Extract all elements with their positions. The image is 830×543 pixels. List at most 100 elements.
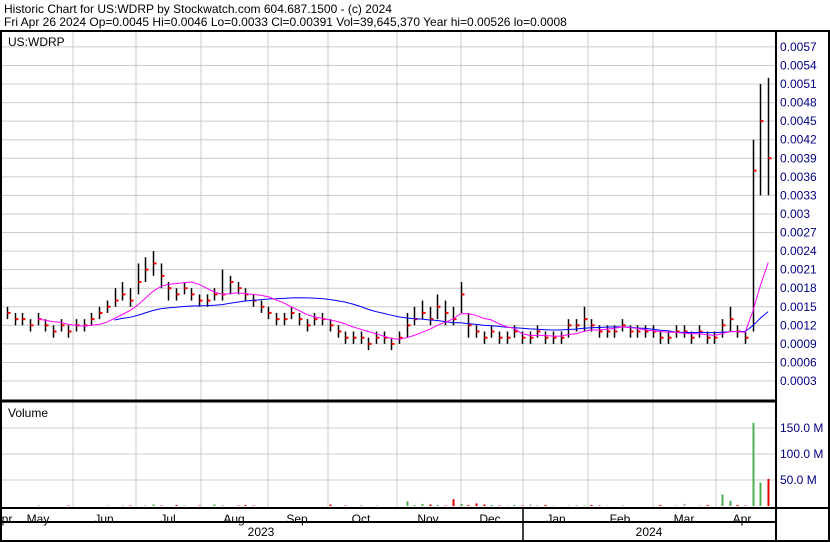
price-tick-label: 0.0054	[780, 58, 817, 72]
month-label-nov: Nov	[417, 512, 438, 526]
volume-bar	[606, 505, 609, 506]
volume-bar	[583, 505, 586, 506]
price-tick-label: 0.0021	[780, 263, 817, 277]
volume-bar	[413, 504, 416, 506]
volume-bar	[106, 505, 109, 506]
volume-bar	[344, 505, 347, 506]
volume-bar	[544, 504, 547, 506]
price-tick-label: 0.0033	[780, 188, 817, 202]
volume-bar	[421, 503, 424, 506]
volume-bar	[552, 505, 555, 506]
volume-bar	[375, 505, 378, 506]
volume-bar	[506, 505, 509, 506]
price-tick-label: 0.0057	[780, 40, 817, 54]
volume-bar	[598, 505, 601, 506]
volume-bar	[483, 504, 486, 506]
price-tick-label: 0.0015	[780, 300, 817, 314]
header-quote: Fri Apr 26 2024 Op=0.0045 Hi=0.0046 Lo=0…	[4, 15, 567, 29]
volume-bar	[129, 505, 132, 506]
price-tick-label: 0.0003	[780, 374, 817, 388]
price-tick-label: 0.0009	[780, 337, 817, 351]
volume-bar	[498, 505, 501, 506]
price-tick-label: 0.0006	[780, 355, 817, 369]
price-tick-label: 0.0018	[780, 281, 817, 295]
background	[0, 0, 830, 543]
volume-bar	[759, 482, 762, 506]
price-tick-label: 0.0024	[780, 244, 817, 258]
volume-tick-label: 50.0 M	[780, 473, 817, 487]
volume-bar	[590, 504, 593, 506]
volume-bar	[436, 504, 439, 506]
volume-bar	[575, 504, 578, 506]
price-tick-label: 0.003	[780, 207, 810, 221]
volume-bar	[467, 504, 470, 506]
price-tick-label: 0.0036	[780, 170, 817, 184]
volume-bar	[221, 504, 224, 506]
volume-bar	[444, 505, 447, 506]
volume-bar	[513, 504, 516, 506]
volume-bar	[729, 500, 732, 506]
volume-bar	[37, 505, 40, 506]
volume-bar	[329, 504, 332, 506]
symbol-label: US:WDRP	[8, 35, 65, 49]
volume-bar	[567, 505, 570, 506]
volume-bar	[183, 505, 186, 506]
volume-bar	[698, 505, 701, 506]
month-label-dec: Dec	[479, 512, 500, 526]
volume-bar	[736, 504, 739, 506]
volume-bar	[721, 494, 724, 506]
volume-bar	[160, 505, 163, 506]
volume-bar	[621, 505, 624, 506]
volume-bar	[152, 504, 155, 506]
header-title: Historic Chart for US:WDRP by Stockwatch…	[4, 2, 392, 16]
volume-bar	[475, 503, 478, 506]
volume-bar	[460, 503, 463, 506]
volume-bar	[752, 422, 755, 506]
volume-tick-label: 150.0 M	[780, 421, 823, 435]
volume-bar	[490, 504, 493, 506]
month-label-jan: Jan	[546, 512, 565, 526]
month-label-oct: Oct	[352, 512, 371, 526]
volume-bar	[360, 504, 363, 506]
volume-bar	[767, 478, 770, 506]
price-tick-label: 0.0012	[780, 318, 817, 332]
volume-bar	[244, 504, 247, 506]
price-tick-label: 0.0045	[780, 114, 817, 128]
month-label-feb: Feb	[610, 512, 631, 526]
volume-bar	[406, 501, 409, 506]
volume-bar	[675, 505, 678, 506]
volume-bar	[744, 505, 747, 506]
stock-chart: Historic Chart for US:WDRP by Stockwatch…	[0, 0, 830, 543]
volume-bar	[213, 504, 216, 506]
volume-bar	[67, 505, 70, 506]
month-label-pr: pr	[2, 512, 13, 526]
volume-bar	[252, 505, 255, 506]
month-label-jul: Jul	[160, 512, 175, 526]
volume-bar	[144, 505, 147, 506]
month-label-jun: Jun	[94, 512, 113, 526]
volume-bar	[452, 499, 455, 506]
volume-bar	[237, 505, 240, 506]
volume-bar	[175, 504, 178, 506]
volume-bar	[198, 505, 201, 506]
price-tick-label: 0.0042	[780, 133, 817, 147]
volume-tick-label: 100.0 M	[780, 447, 823, 461]
volume-bar	[683, 503, 686, 506]
price-tick-label: 0.0039	[780, 151, 817, 165]
price-tick-label: 0.0051	[780, 77, 817, 91]
month-label-may: May	[27, 512, 50, 526]
volume-bar	[659, 504, 662, 506]
volume-bar	[529, 504, 532, 506]
volume-bar	[121, 505, 124, 506]
volume-bar	[652, 505, 655, 506]
volume-label: Volume	[8, 406, 48, 420]
month-label-apr: Apr	[733, 512, 752, 526]
volume-bar	[706, 504, 709, 506]
volume-bar	[429, 504, 432, 506]
month-label-mar: Mar	[674, 512, 695, 526]
month-label-aug: Aug	[223, 512, 244, 526]
volume-bar	[536, 505, 539, 506]
year-label-2023: 2023	[248, 525, 275, 539]
volume-bar	[521, 505, 524, 506]
year-label-2024: 2024	[636, 525, 663, 539]
